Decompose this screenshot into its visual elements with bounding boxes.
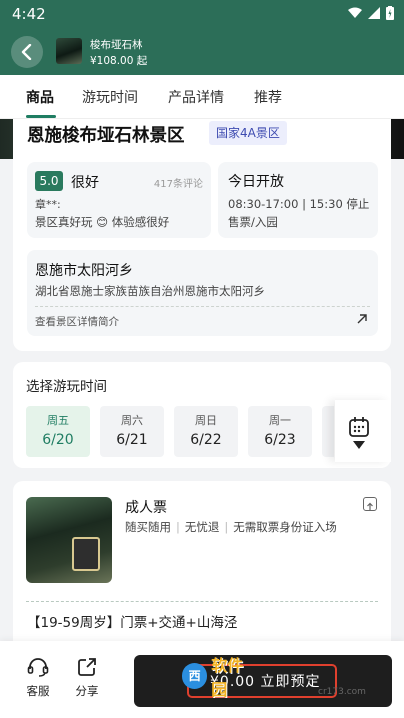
details-link[interactable]: 查看景区详情简介 [35,314,119,329]
date-chip[interactable]: 周一 6/23 [248,406,312,457]
chevron-left-icon [21,44,32,60]
date-chip-date: 6/21 [116,432,148,448]
date-picker-card: 选择游玩时间 周五 6/20 周六 6/21 周日 6/22 周一 6/23 [13,362,391,468]
book-now-button[interactable]: ¥0.00 立即预定 [134,655,392,707]
status-bar: 4:42 [0,0,404,28]
review-count: 417条评论 [153,179,203,190]
address-city: 恩施市太阳河乡 [35,263,133,279]
bottom-action-bar: 客服 分享 ¥0.00 立即预定 西 软件园 cr173.com [0,641,404,718]
watermark-url: cr173.com [318,687,366,697]
customer-service-button[interactable]: 客服 [20,657,56,699]
arrow-up-right-icon[interactable] [356,313,368,325]
ticket-offer[interactable]: 【19-59周岁】门票+交通+山海泾 [27,611,237,631]
rating-summary[interactable]: 5.0 很好 417条评论 章**: 景区真好玩 😊 体验感很好 [27,162,211,238]
ticket-features: 随买随用 | 无忧退 | 无需取票身份证入场 [125,520,337,534]
share-label: 分享 [75,684,99,698]
date-picker-heading: 选择游玩时间 [26,379,107,395]
reviewer-name: 章**: [35,198,61,211]
back-button[interactable] [11,36,43,68]
header-thumbnail [56,38,82,64]
date-chip-date: 6/23 [264,432,296,448]
share-icon [78,658,96,676]
rating-level-badge: 国家4A景区 [209,121,287,145]
attraction-name: 恩施梭布垭石林景区 [27,126,185,146]
date-chip-day: 周六 [121,414,143,427]
opening-hours-box[interactable]: 今日开放 08:30-17:00 | 15:30 停止售票/入园 [218,162,378,238]
address-box[interactable]: 恩施市太阳河乡 湖北省恩施士家族苗族自治州恩施市太阳河乡 查看景区详情简介 [27,250,378,336]
share-button[interactable]: 分享 [69,657,105,699]
tab-goods[interactable]: 商品 [26,87,54,107]
ticket-feature: 随买随用 [125,520,171,534]
date-chip-partial[interactable] [322,406,334,457]
tab-bar: 商品 游玩时间 产品详情 推荐 [0,75,404,119]
watermark: 西 软件园 [182,656,258,699]
rating-score: 5.0 [35,171,63,191]
status-icons [348,6,394,20]
date-chip[interactable]: 周五 6/20 [26,406,90,457]
review-excerpt: 景区真好玩 😊 体验感很好 [35,215,170,229]
tab-product-details[interactable]: 产品详情 [168,87,224,107]
active-tab-indicator [26,115,56,118]
attraction-card: 恩施梭布垭石林景区 国家4A景区 5.0 很好 417条评论 章**: 景区真好… [13,119,391,351]
tab-recommend[interactable]: 推荐 [254,87,282,107]
opening-hours: 08:30-17:00 | 15:30 停止售票/入园 [228,197,370,229]
opening-status: 今日开放 [228,174,284,190]
calendar-icon[interactable] [347,416,371,450]
wifi-icon [348,7,362,18]
date-chip-day: 周一 [269,414,291,427]
customer-service-label: 客服 [26,684,50,698]
expand-icon[interactable] [363,497,377,511]
watermark-logo: 西 [182,663,208,689]
rating-word: 很好 [71,175,99,191]
address-full: 湖北省恩施士家族苗族自治州恩施市太阳河乡 [35,284,265,298]
battery-icon [386,6,394,20]
ticket-image [26,497,112,583]
signal-icon [368,7,380,19]
headset-icon [27,658,49,677]
date-chip[interactable]: 周六 6/21 [100,406,164,457]
ticket-divider [26,601,378,602]
app-header: 4:42 梭布垭石林 ¥108.00 起 [0,0,404,75]
address-divider [35,306,370,307]
ticket-name: 成人票 [125,500,167,516]
date-chip-date: 6/22 [190,432,222,448]
ticket-card[interactable]: 成人票 随买随用 | 无忧退 | 无需取票身份证入场 【19-59周岁】门票+交通+山海… [13,481,391,641]
header-price: ¥108.00 起 [90,55,148,67]
watermark-text: 软件园 [211,656,244,699]
header-title: 梭布垭石林 [90,39,143,51]
status-time: 4:42 [12,5,46,23]
ticket-feature: 无需取票身份证入场 [233,520,337,534]
date-chip-day: 周日 [195,414,217,427]
date-chip-day: 周五 [47,414,69,427]
date-chip[interactable]: 周日 6/22 [174,406,238,457]
ticket-feature: 无忧退 [184,520,220,534]
tab-play-time[interactable]: 游玩时间 [82,87,138,107]
date-chip-date: 6/20 [42,432,74,448]
